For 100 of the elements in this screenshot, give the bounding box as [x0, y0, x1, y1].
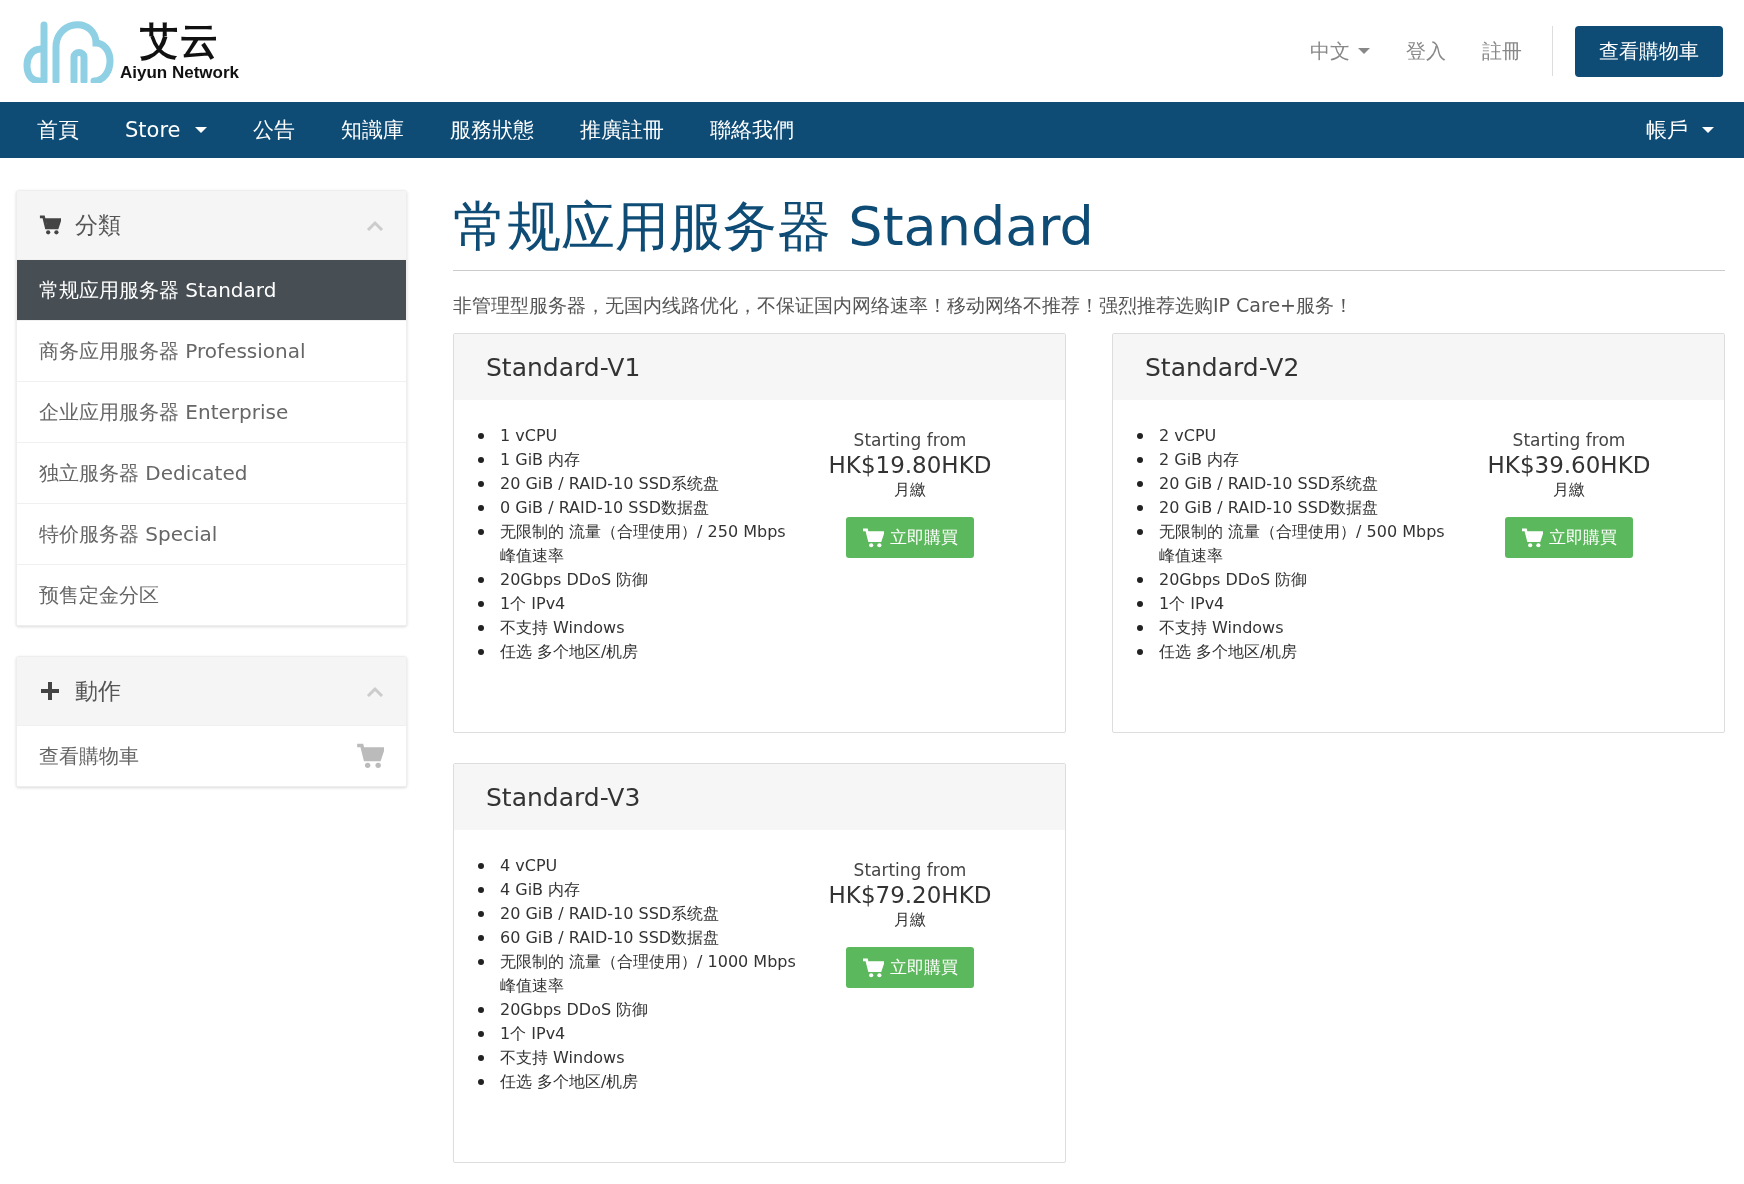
feature-text: 不支持 Windows [1159, 617, 1285, 639]
bullet-icon [1137, 505, 1143, 511]
feature-text: 1 GiB 内存 [500, 449, 582, 471]
bullet-icon [478, 481, 484, 487]
price: HK$79.20HKD [828, 882, 992, 908]
view-cart-button[interactable]: 查看購物車 [1575, 25, 1723, 77]
cart-icon [39, 214, 61, 236]
feature-text: 任选 多个地区/机房 [500, 1071, 640, 1093]
header-link[interactable]: 註冊 [1482, 37, 1522, 65]
cloud-logo-icon [22, 19, 114, 83]
bullet-icon [478, 935, 484, 941]
price-label: Starting from [853, 430, 967, 450]
feature-text: 任选 多个地区/机房 [1159, 641, 1299, 663]
price-label: Starting from [1512, 430, 1626, 450]
bullet-icon [478, 625, 484, 631]
price-label: Starting from [853, 860, 967, 880]
page-title: 常规应用服务器 Standard [453, 190, 1725, 271]
sidebar-item[interactable]: 常规应用服务器 Standard [17, 259, 406, 320]
nav-link[interactable]: 知識庫 [317, 102, 427, 158]
cart-icon [1521, 527, 1543, 548]
nav-dropdown[interactable]: 帳戶 [1623, 102, 1744, 158]
feature-text: 不支持 Windows [500, 1047, 626, 1069]
product-name: Standard-V2 [1145, 352, 1300, 382]
feature-text: 20 GiB / RAID-10 SSD系统盘 [1159, 473, 1380, 495]
bullet-icon [478, 959, 484, 965]
nav-link[interactable]: 服務狀態 [426, 102, 557, 158]
bullet-icon [1137, 625, 1143, 631]
sidebar-item[interactable]: 查看購物車 [17, 725, 406, 786]
bullet-icon [1137, 433, 1143, 439]
feature-text: 不支持 Windows [500, 617, 626, 639]
feature-text: 4 GiB 内存 [500, 879, 582, 901]
feature-text: 0 GiB / RAID-10 SSD数据盘 [500, 497, 710, 519]
header-link[interactable]: 登入 [1406, 37, 1446, 65]
feature-text: 1个 IPv4 [1159, 593, 1226, 615]
chevron-up-icon[interactable] [366, 219, 384, 231]
nav-dropdown[interactable]: Store [102, 102, 230, 158]
bullet-icon [478, 1007, 484, 1013]
caret-icon [194, 127, 207, 133]
feature-text: 4 vCPU [500, 855, 559, 877]
bullet-icon [1137, 529, 1143, 535]
bullet-icon [478, 1055, 484, 1061]
feature-text: 1个 IPv4 [500, 1023, 567, 1045]
bullet-icon [1137, 577, 1143, 583]
feature-text: 2 GiB 内存 [1159, 449, 1241, 471]
bullet-icon [478, 505, 484, 511]
sidebar-item[interactable]: 企业应用服务器 Enterprise [17, 381, 406, 442]
bullet-icon [478, 433, 484, 439]
bullet-icon [478, 1079, 484, 1085]
bullet-icon [478, 457, 484, 463]
panel-title: 分類 [75, 210, 121, 240]
bullet-icon [478, 863, 484, 869]
feature-text: 无限制的 流量（合理使用）/ 1000 Mbps 峰值速率 [500, 951, 797, 997]
billing-cycle: 月繳 [894, 910, 926, 931]
nav-link[interactable]: 公告 [229, 102, 318, 158]
product-name: Standard-V1 [486, 352, 641, 382]
feature-text: 无限制的 流量（合理使用）/ 500 Mbps 峰值速率 [1159, 521, 1446, 567]
bullet-icon [478, 1031, 484, 1037]
bullet-icon [478, 887, 484, 893]
bullet-icon [478, 529, 484, 535]
feature-text: 任选 多个地区/机房 [500, 641, 640, 663]
feature-text: 20 GiB / RAID-10 SSD系统盘 [500, 903, 721, 925]
bullet-icon [1137, 649, 1143, 655]
sidebar-item[interactable]: 独立服务器 Dedicated [17, 442, 406, 503]
product-name: Standard-V3 [486, 782, 641, 812]
caret-icon [1358, 48, 1370, 54]
price: HK$39.60HKD [1487, 452, 1651, 478]
feature-text: 60 GiB / RAID-10 SSD数据盘 [500, 927, 721, 949]
feature-text: 20 GiB / RAID-10 SSD数据盘 [1159, 497, 1380, 519]
price: HK$19.80HKD [828, 452, 992, 478]
bullet-icon [1137, 457, 1143, 463]
plus-icon [39, 680, 61, 702]
nav-link[interactable]: 聯絡我們 [686, 102, 817, 158]
feature-text: 20Gbps DDoS 防御 [1159, 569, 1309, 591]
cart-icon [862, 957, 884, 978]
chevron-up-icon[interactable] [366, 685, 384, 697]
feature-text: 20Gbps DDoS 防御 [500, 569, 650, 591]
cart-icon [862, 527, 884, 548]
logo-title: 艾云 [139, 19, 220, 63]
sidebar-item[interactable]: 商务应用服务器 Professional [17, 320, 406, 381]
panel-title: 動作 [75, 676, 121, 706]
bullet-icon [1137, 601, 1143, 607]
language-dropdown[interactable]: 中文 [1310, 37, 1370, 65]
bullet-icon [478, 601, 484, 607]
nav-link[interactable]: 首頁 [14, 102, 102, 158]
feature-text: 2 vCPU [1159, 425, 1218, 447]
billing-cycle: 月繳 [1553, 480, 1585, 501]
sidebar-item[interactable]: 特价服务器 Special [17, 503, 406, 564]
bullet-icon [478, 911, 484, 917]
feature-text: 20 GiB / RAID-10 SSD系统盘 [500, 473, 721, 495]
bullet-icon [478, 577, 484, 583]
sidebar-item[interactable]: 预售定金分区 [17, 564, 406, 625]
logo-subtitle: Aiyun Network [120, 63, 240, 83]
feature-text: 1个 IPv4 [500, 593, 567, 615]
feature-text: 20Gbps DDoS 防御 [500, 999, 650, 1021]
cart-icon [356, 743, 384, 769]
billing-cycle: 月繳 [894, 480, 926, 501]
nav-link[interactable]: 推廣註冊 [556, 102, 687, 158]
page-description: 非管理型服务器，无国内线路优化，不保证国内网络速率！移动网络不推荐！强烈推荐选购IP Care+服务！ [453, 293, 1354, 318]
bullet-icon [1137, 481, 1143, 487]
feature-text: 1 vCPU [500, 425, 559, 447]
